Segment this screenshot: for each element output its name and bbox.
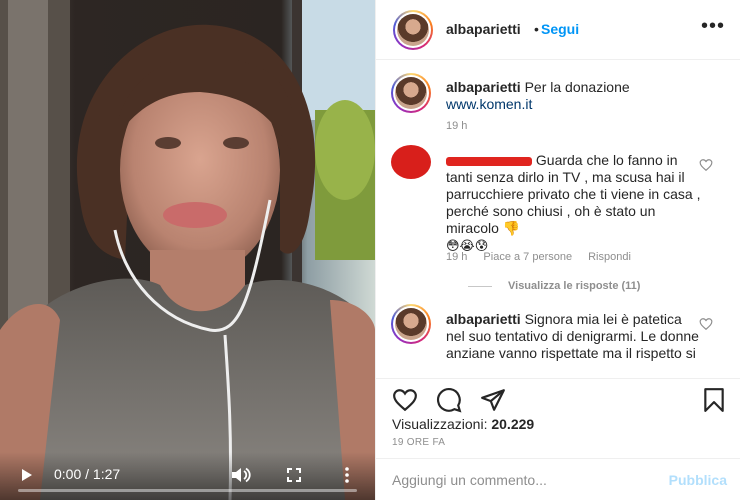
views-label: Visualizzazioni:	[392, 416, 488, 432]
video-controls: 0:00 / 1:27	[0, 452, 375, 500]
comment-icon[interactable]	[436, 387, 462, 413]
post-actions: Visualizzazioni: 20.229 19 ORE FA	[376, 378, 740, 458]
like-comment-icon[interactable]	[699, 158, 713, 172]
video-progress-bar[interactable]	[18, 489, 357, 492]
comment-time: 19 h	[446, 251, 468, 263]
video-player[interactable]: 0:00 / 1:27	[0, 0, 375, 500]
video-frame	[0, 0, 375, 500]
comment-meta: 19 h	[446, 120, 483, 132]
donation-link[interactable]: www.komen.it	[446, 96, 532, 112]
comment-avatar[interactable]	[391, 304, 431, 344]
reply-button[interactable]: Rispondi	[588, 251, 631, 263]
redacted-avatar	[391, 145, 431, 179]
follow-button[interactable]: Segui	[541, 21, 579, 37]
redacted-username	[446, 156, 532, 166]
view-replies-button[interactable]: Visualizza le risposte (11)	[468, 280, 640, 292]
publish-button[interactable]: Pubblica	[669, 472, 727, 488]
comment-input[interactable]	[392, 469, 652, 491]
comment-meta: 19 h Piace a 7 persone Rispondi	[446, 251, 647, 263]
heart-icon[interactable]	[392, 387, 418, 413]
share-icon[interactable]	[480, 387, 506, 413]
views-number: 20.229	[491, 416, 535, 432]
comment-likes[interactable]: Piace a 7 persone	[483, 251, 572, 263]
post-panel: albaparietti • Segui ••• albaparietti Pe…	[375, 0, 740, 500]
more-vertical-icon[interactable]	[336, 464, 358, 486]
like-comment-icon[interactable]	[699, 317, 713, 331]
post-header: albaparietti • Segui •••	[376, 0, 740, 60]
more-horizontal-icon[interactable]: •••	[701, 16, 725, 36]
comment-body: Per la donazione	[524, 79, 630, 95]
video-time: 0:00 / 1:27	[54, 466, 121, 482]
comment-time: 19 h	[446, 120, 468, 132]
views-count: Visualizzazioni: 20.229	[392, 416, 534, 432]
volume-icon[interactable]	[230, 464, 252, 486]
header-username[interactable]: albaparietti	[446, 21, 521, 37]
avatar[interactable]	[393, 10, 433, 50]
comment-text: Guarda che lo fanno in tanti senza dirlo…	[446, 152, 701, 255]
comment-avatar[interactable]	[391, 73, 431, 113]
comment-text: albaparietti Signora mia lei è patetica …	[446, 311, 701, 362]
comments-list[interactable]: albaparietti Per la donazione www.komen.…	[376, 61, 740, 378]
bookmark-icon[interactable]	[701, 387, 727, 413]
play-icon[interactable]	[16, 464, 38, 486]
comment-username[interactable]: albaparietti	[446, 79, 521, 95]
comment-username[interactable]: albaparietti	[446, 311, 521, 327]
fullscreen-icon[interactable]	[283, 464, 305, 486]
comment-box: Pubblica	[376, 458, 740, 500]
caption-text: albaparietti Per la donazione www.komen.…	[446, 79, 701, 113]
separator-dot: •	[534, 21, 539, 37]
post-time: 19 ORE FA	[392, 437, 446, 448]
